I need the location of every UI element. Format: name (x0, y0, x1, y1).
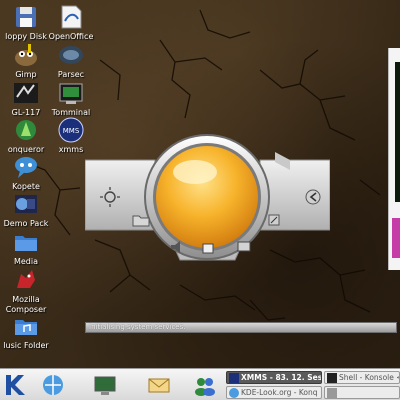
parsec-icon (59, 46, 83, 64)
gimp-icon (15, 44, 37, 66)
task-xmms[interactable]: XMMS - 83. 12. Ses (226, 371, 322, 384)
splash-status-bar: Initialising system services. (85, 322, 397, 333)
kde-menu-icon[interactable] (2, 372, 28, 398)
task-label: KDE-Look.org - Konq (241, 388, 318, 397)
media-folder-icon (15, 236, 37, 251)
arrow-left-icon (305, 189, 321, 205)
desktop-icon-demopack[interactable]: Demo Pack (0, 190, 52, 229)
window-icon (202, 243, 214, 254)
taskbar: XMMS - 83. 12. Ses Shell - Konsole <2 KD… (0, 368, 400, 400)
desktop-icon-openoffice[interactable]: OpenOffice (45, 3, 97, 42)
splash-status-text: Initialising system services. (89, 323, 186, 331)
mozilla-composer-icon (17, 270, 35, 288)
task-konsole[interactable]: Shell - Konsole <2 (324, 371, 400, 384)
desktop-icon-parsec[interactable]: Parsec (45, 41, 97, 80)
terminal-icon (327, 373, 337, 383)
konqueror-icon (16, 120, 36, 140)
task-konqueror[interactable]: KDE-Look.org - Konq (226, 386, 322, 399)
desktop-icon-tomminal[interactable]: Tomminal (45, 79, 97, 118)
konqueror-icon (229, 388, 239, 398)
task-window[interactable] (324, 386, 400, 399)
folder-icon (132, 215, 150, 227)
gl117-icon (14, 83, 38, 103)
konqueror-icon[interactable] (40, 372, 66, 398)
demo-pack-icon (15, 195, 37, 213)
desktop[interactable]: loppy Disk Gimp GL-117 onqueror Kopete D… (0, 0, 400, 368)
mail-icon[interactable] (146, 372, 172, 398)
splash-screen (85, 134, 330, 261)
tools-icon (268, 214, 280, 226)
kopete-icon (15, 157, 37, 178)
kopete-icon[interactable] (192, 372, 218, 398)
floppy-disk-icon (16, 7, 36, 27)
task-list: XMMS - 83. 12. Ses Shell - Konsole <2 KD… (226, 371, 400, 399)
window-icon (327, 388, 337, 398)
desktop-icon-music[interactable]: lusic Folder (0, 312, 52, 351)
task-label: Shell - Konsole <2 (339, 373, 399, 382)
desktop-icon[interactable] (92, 372, 118, 398)
desktop-icon-media[interactable]: Media (0, 228, 52, 267)
desktop-icon-kopete[interactable]: Kopete (0, 153, 52, 192)
network-icon (237, 241, 251, 252)
window-decoration (392, 218, 400, 258)
konsole-window-edge[interactable] (388, 48, 400, 270)
desktop-icon-mozilla-composer[interactable]: Mozilla Composer (0, 266, 52, 315)
openoffice-icon (61, 5, 82, 29)
xmms-icon (229, 373, 239, 383)
terminal-area[interactable] (395, 62, 400, 202)
desktop-icon-label: lusic Folder (3, 341, 49, 350)
terminal-icon (59, 83, 83, 104)
svg-text:MMS: MMS (63, 127, 80, 135)
xmms-icon: MMS (58, 117, 84, 143)
task-label: XMMS - 83. 12. Ses (241, 373, 322, 382)
music-folder-icon (15, 320, 37, 335)
